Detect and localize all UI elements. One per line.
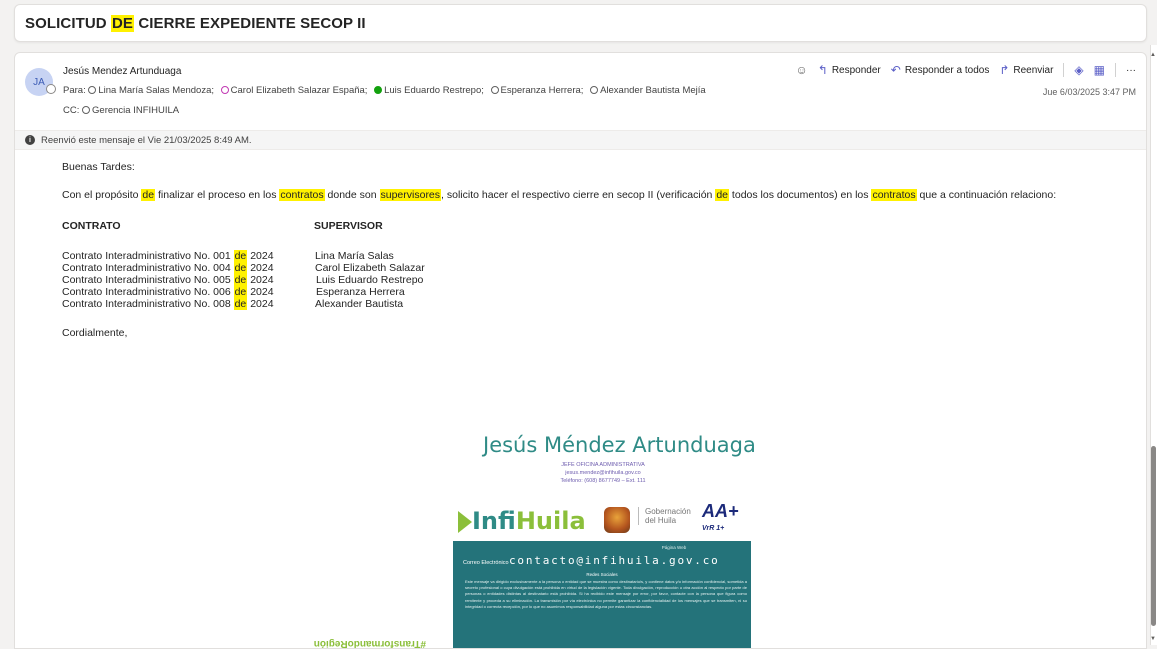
message-date: Jue 6/03/2025 3:47 PM — [1042, 87, 1136, 97]
region-tag: #TransformandoRegión — [313, 638, 426, 649]
web-label[interactable]: Página Web — [525, 545, 823, 550]
presence-icon — [490, 86, 499, 94]
recipient-4[interactable]: Esperanza Herrera; — [490, 85, 583, 96]
more-options-button[interactable]: ··· — [1126, 65, 1136, 76]
emoji-icon[interactable]: ☺ — [796, 63, 808, 77]
reply-all-button[interactable]: ↶ Responder a todos — [891, 63, 990, 77]
contract-row: Contrato Interadministrativo No. 001 de … — [62, 250, 274, 262]
logo-row: InfiHuila Gobernación del Huila AA+ VrR 1… — [440, 499, 750, 539]
reply-icon: ↰ — [817, 63, 828, 77]
recipients-cc: CC: Gerencia INFIHUILA — [63, 105, 180, 116]
closing: Cordialmente, — [62, 327, 128, 339]
infihuila-arrow-icon — [458, 511, 472, 533]
message-actions: ☺ ↰ Responder ↶ Responder a todos ↱ Reenvia… — [796, 63, 1136, 77]
gobernacion-logo: Gobernación del Huila — [638, 507, 691, 525]
contract-row: Contrato Interadministrativo No. 004 de … — [62, 262, 274, 274]
rating-sub: VrR 1+ — [702, 525, 725, 532]
huila-crest-icon — [604, 507, 630, 533]
presence-badge — [46, 84, 56, 94]
supervisor-cell: Esperanza Herrera — [316, 286, 405, 298]
recipients-to: Para: Lina María Salas Mendoza; Carol El… — [63, 85, 706, 96]
recipient-3[interactable]: Luis Eduardo Restrepo; — [374, 85, 484, 96]
greeting: Buenas Tardes: — [62, 161, 135, 173]
message-card: JA Jesús Mendez Artunduaga Para: Lina Ma… — [14, 52, 1147, 649]
infihuila-logo: InfiHuila — [472, 507, 586, 535]
contract-row: Contrato Interadministrativo No. 006 de … — [62, 286, 274, 298]
signature-details: JEFE OFICINA ADMINISTRATIVA jesus.mendez… — [560, 462, 646, 484]
info-icon: i — [25, 135, 35, 145]
subject-title: SOLICITUD DE CIERRE EXPEDIENTE SECOP II — [25, 15, 366, 32]
contact-email-link[interactable]: contacto@infihuila.gov.co — [509, 554, 720, 567]
loop-icon[interactable]: ◈ — [1074, 63, 1083, 77]
mail-label: Correo Electrónico — [463, 560, 509, 566]
column-header-contract: CONTRATO — [62, 220, 121, 232]
supervisor-cell: Alexander Bautista — [315, 298, 404, 310]
presence-icon — [88, 86, 97, 94]
presence-icon — [590, 86, 599, 94]
contract-row: Contrato Interadministrativo No. 008 de … — [62, 298, 274, 310]
presence-icon — [82, 106, 91, 114]
subject-highlight: DE — [111, 15, 135, 32]
supervisor-cell: Carol Elizabeth Salazar — [315, 262, 425, 274]
presence-icon — [220, 86, 229, 94]
intro-paragraph: Con el propósito de finalizar el proceso… — [62, 189, 1057, 201]
apps-icon[interactable]: ▦ — [1094, 63, 1105, 77]
signature-name: Jesús Méndez Artunduaga — [483, 433, 756, 457]
subject-card: SOLICITUD DE CIERRE EXPEDIENTE SECOP II — [14, 4, 1147, 42]
supervisor-cell: Lina María Salas — [315, 250, 394, 262]
cc-recipient[interactable]: Gerencia INFIHUILA — [82, 105, 179, 116]
legal-disclaimer: Este mensaje va dirigido exclusivamente … — [465, 579, 747, 609]
contact-banner: Página Web Correo Electrónico contacto@i… — [453, 541, 751, 648]
forward-icon: ↱ — [999, 63, 1010, 77]
column-header-supervisor: SUPERVISOR — [314, 220, 383, 232]
recipient-5[interactable]: Alexander Bautista Mejía — [590, 85, 706, 96]
scroll-down-arrow-icon[interactable]: ▼ — [1150, 636, 1156, 642]
presence-available-icon — [374, 86, 383, 94]
rating-badge: AA+ — [702, 501, 739, 521]
recipient-1[interactable]: Lina María Salas Mendoza; — [88, 85, 214, 96]
forward-notice-bar: i Reenvió este mensaje el Vie 21/03/2025… — [15, 130, 1146, 150]
reply-button[interactable]: ↰ Responder — [818, 63, 881, 77]
supervisor-cell: Luis Eduardo Restrepo — [316, 274, 424, 286]
social-label[interactable]: Redes Sociales — [453, 572, 751, 577]
contract-row: Contrato Interadministrativo No. 005 de … — [62, 274, 274, 286]
recipient-2[interactable]: Carol Elizabeth Salazar España; — [220, 85, 367, 96]
forward-button[interactable]: ↱ Reenviar — [999, 63, 1053, 77]
divider — [1115, 63, 1116, 77]
scroll-up-arrow-icon[interactable]: ▲ — [1150, 52, 1156, 58]
divider — [1063, 63, 1065, 77]
reply-all-icon: ↶ — [890, 63, 901, 77]
sender-name[interactable]: Jesús Mendez Artunduaga — [63, 66, 181, 77]
scrollbar-thumb[interactable] — [1151, 446, 1156, 626]
